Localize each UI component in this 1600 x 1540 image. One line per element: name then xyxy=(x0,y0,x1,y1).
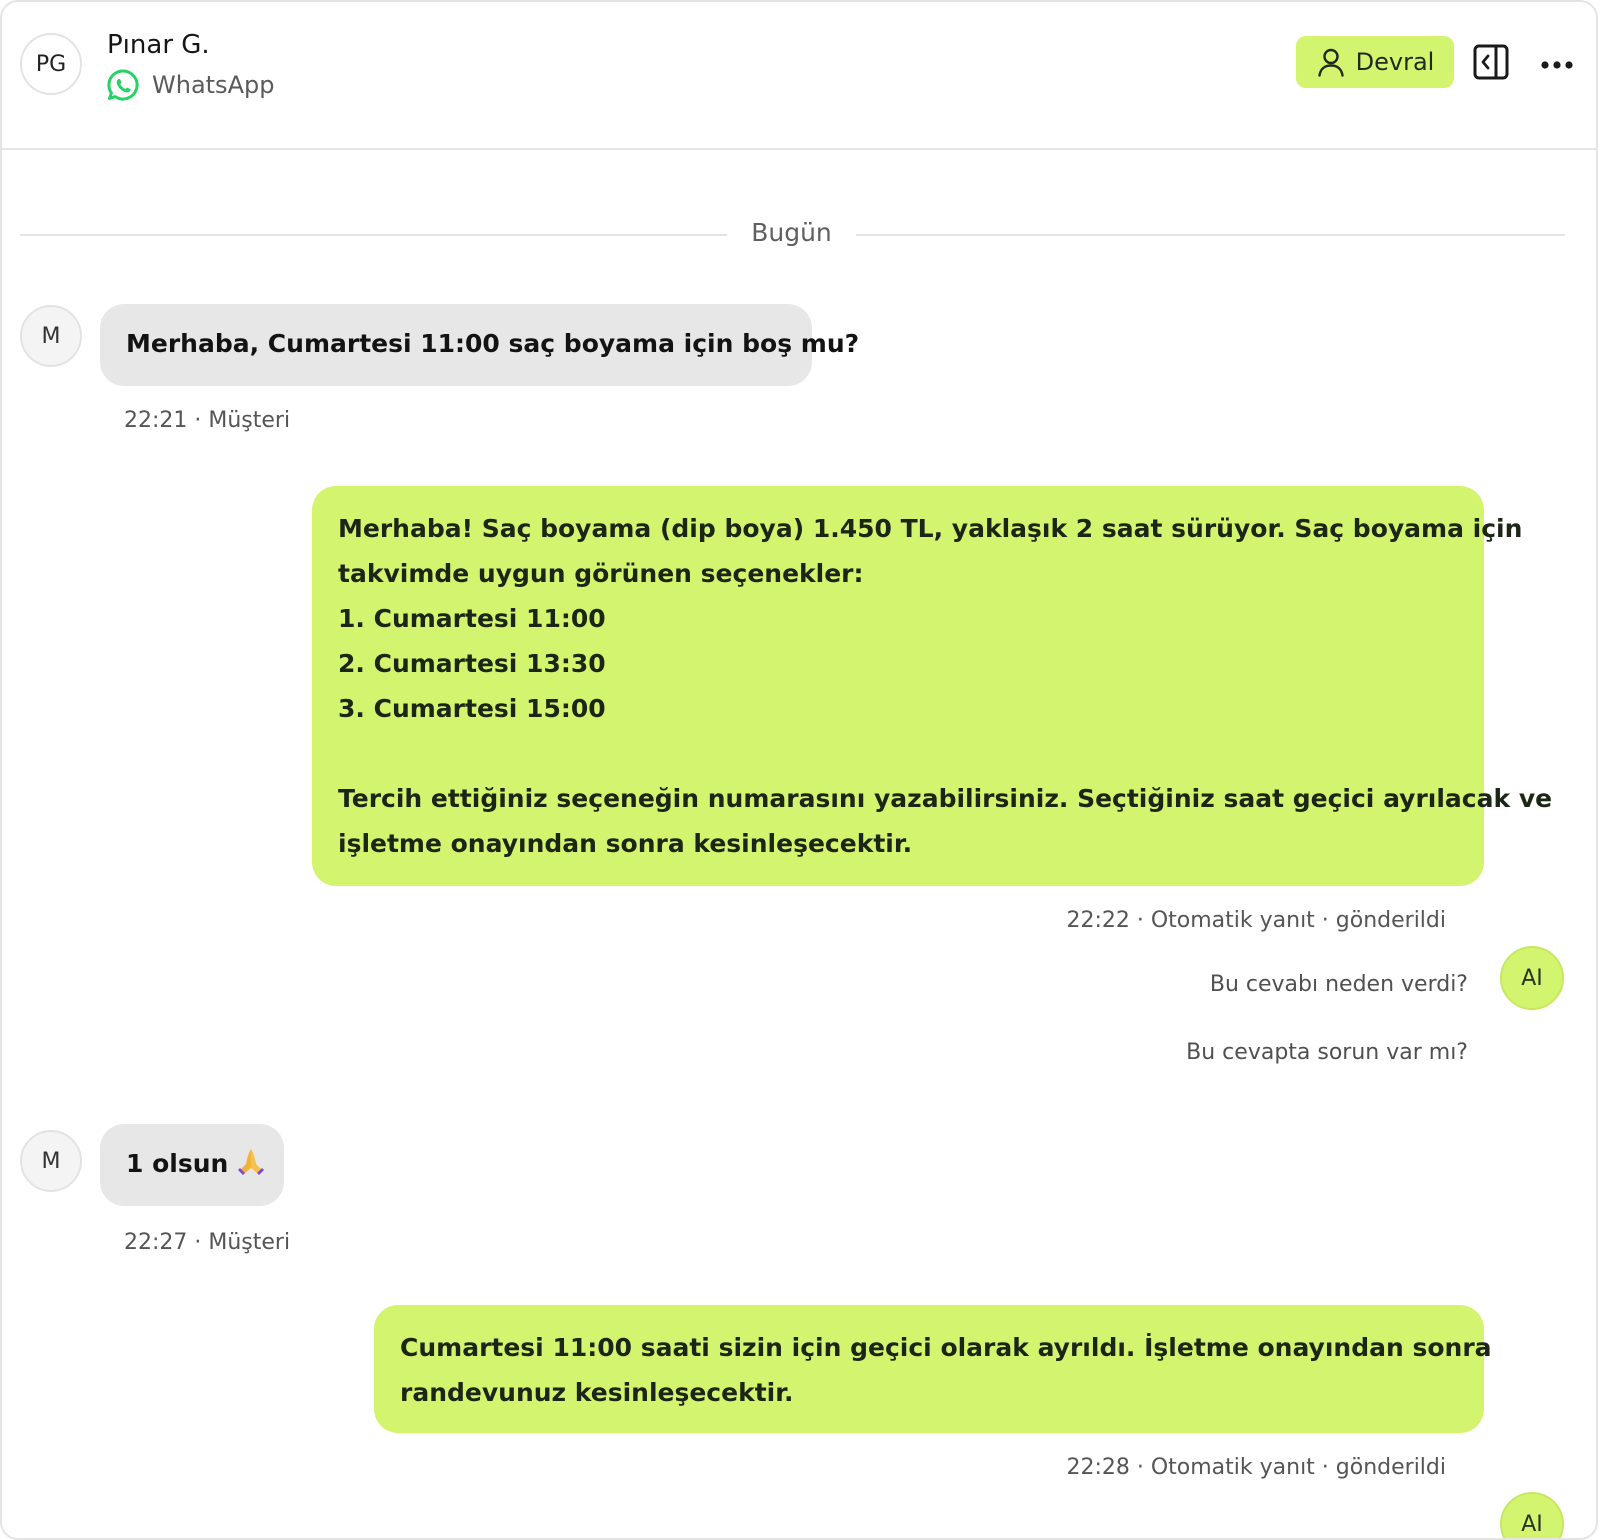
message-line xyxy=(338,731,1458,776)
report-issue-link[interactable]: Bu cevapta sorun var mı? xyxy=(1186,1040,1468,1065)
message-bubble-outgoing: Cumartesi 11:00 saati sizin için geçici … xyxy=(374,1305,1492,1433)
conversation-panel: PG Pınar G. WhatsApp Devral Bugün M Merh… xyxy=(0,0,1598,1540)
whatsapp-icon xyxy=(106,68,140,102)
channel-label: WhatsApp xyxy=(152,71,275,99)
message-bubble-incoming: Merhaba, Cumartesi 11:00 saç boyama için… xyxy=(100,304,859,386)
message-text: 1 olsun xyxy=(126,1149,229,1178)
message-line: 3. Cumartesi 15:00 xyxy=(338,694,606,723)
why-this-answer-link[interactable]: Bu cevabı neden verdi? xyxy=(1210,972,1468,997)
message-bubble-incoming: 1 olsun xyxy=(100,1124,284,1206)
more-options-button[interactable] xyxy=(1537,46,1577,82)
ai-avatar: AI xyxy=(1500,1492,1564,1538)
takeover-button[interactable]: Devral xyxy=(1296,36,1454,88)
message-meta: 22:22 · Otomatik yanıt · gönderildi xyxy=(1066,908,1446,933)
message-meta: 22:21 · Müşteri xyxy=(124,408,291,433)
takeover-label: Devral xyxy=(1355,48,1435,76)
divider-line xyxy=(856,234,1565,236)
contact-avatar: PG xyxy=(20,33,82,95)
message-meta: 22:28 · Otomatik yanıt · gönderildi xyxy=(1066,1455,1446,1480)
folded-hands-emoji-icon xyxy=(236,1146,266,1176)
date-divider-label: Bugün xyxy=(751,218,832,247)
message-line: takvimde uygun görünen seçenekler: xyxy=(338,559,864,588)
contact-name: Pınar G. xyxy=(107,30,210,60)
sidebar-toggle-icon xyxy=(1473,44,1509,84)
channel-indicator: WhatsApp xyxy=(106,68,274,102)
message-line: 1. Cumartesi 11:00 xyxy=(338,604,606,633)
more-horizontal-icon xyxy=(1540,55,1574,74)
ai-avatar: AI xyxy=(1500,946,1564,1010)
toggle-side-panel-button[interactable] xyxy=(1473,44,1509,84)
message-bubble-outgoing: Merhaba! Saç boyama (dip boya) 1.450 TL,… xyxy=(312,486,1553,886)
divider-line xyxy=(20,234,727,236)
message-line: 2. Cumartesi 13:30 xyxy=(338,649,606,678)
conversation-header: PG Pınar G. WhatsApp Devral xyxy=(2,2,1596,150)
message-line: Merhaba! Saç boyama (dip boya) 1.450 TL,… xyxy=(338,514,1523,543)
message-line: randevunuz kesinleşecektir. xyxy=(400,1378,794,1407)
message-line: Cumartesi 11:00 saati sizin için geçici … xyxy=(400,1333,1492,1362)
customer-avatar: M xyxy=(20,305,82,367)
date-divider: Bugün xyxy=(20,218,1565,250)
message-meta: 22:27 · Müşteri xyxy=(124,1230,291,1255)
message-line: işletme onayından sonra kesinleşecektir. xyxy=(338,829,913,858)
customer-avatar: M xyxy=(20,1130,82,1192)
user-icon xyxy=(1316,47,1346,77)
message-line: Tercih ettiğiniz seçeneğin numarasını ya… xyxy=(338,784,1553,813)
